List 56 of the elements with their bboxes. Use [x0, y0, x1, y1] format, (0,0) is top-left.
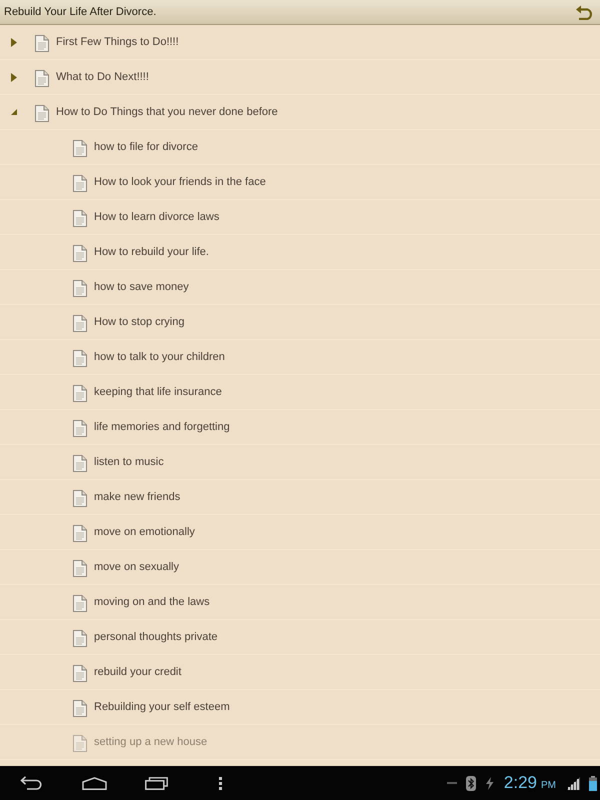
document-icon	[73, 455, 87, 472]
document-icon	[73, 245, 87, 262]
window-title: Rebuild Your Life After Divorce.	[4, 6, 156, 18]
document-icon	[73, 525, 87, 542]
document-icon	[73, 140, 87, 157]
tree-item[interactable]: Rebuilding your self esteem	[0, 690, 600, 725]
document-icon	[73, 735, 87, 752]
tree-item[interactable]: How to learn divorce laws	[0, 200, 600, 235]
tree-item[interactable]: life memories and forgetting	[0, 410, 600, 445]
tree-item[interactable]: How to look your friends in the face	[0, 165, 600, 200]
tree-item[interactable]: How to rebuild your life.	[0, 235, 600, 270]
tree-item[interactable]: What to Do Next!!!!	[0, 60, 600, 95]
menu-icon[interactable]	[219, 776, 222, 790]
stacked-windows-icon[interactable]	[145, 776, 168, 790]
tree-item[interactable]: keeping that life insurance	[0, 375, 600, 410]
tree-item[interactable]: how to save money	[0, 270, 600, 305]
tree-item[interactable]: rebuild your credit	[0, 655, 600, 690]
tree-item[interactable]: How to Do Things that you never done before	[0, 95, 600, 130]
document-icon	[73, 560, 87, 577]
tree-item[interactable]: move on sexually	[0, 550, 600, 585]
clock-text: 2:29 PM	[504, 773, 556, 793]
document-icon	[35, 105, 49, 122]
minus-icon	[446, 782, 457, 784]
caret-icon[interactable]	[11, 72, 17, 82]
caret-icon[interactable]	[11, 109, 17, 115]
document-icon	[73, 490, 87, 507]
caret-icon[interactable]	[11, 38, 17, 46]
tree-item[interactable]: How to stop crying	[0, 305, 600, 340]
document-icon	[35, 70, 49, 87]
tree-item[interactable]: First Few Things to Do!!!!	[0, 25, 600, 60]
document-icon	[73, 210, 87, 227]
tree-item[interactable]: move on emotionally	[0, 515, 600, 550]
tree-item[interactable]: moving on and the laws	[0, 585, 600, 620]
document-icon	[73, 385, 87, 402]
document-icon	[73, 315, 87, 332]
document-icon	[73, 665, 87, 682]
document-icon	[73, 280, 87, 297]
document-icon	[73, 630, 87, 647]
bluetooth-icon	[466, 776, 476, 790]
document-icon	[73, 595, 87, 612]
document-icon	[73, 420, 87, 437]
tree-item[interactable]: listen to music	[0, 445, 600, 480]
back-arrow-icon[interactable]	[20, 776, 42, 790]
tree-item[interactable]: how to talk to your children	[0, 340, 600, 375]
document-icon	[73, 350, 87, 367]
tree-item[interactable]: make new friends	[0, 480, 600, 515]
signal-icon	[567, 776, 580, 790]
document-icon	[73, 175, 87, 192]
tree-item[interactable]: personal thoughts private	[0, 620, 600, 655]
undo-arrow-icon[interactable]	[575, 4, 594, 20]
document-icon	[35, 35, 49, 52]
battery-icon	[589, 776, 597, 790]
home-icon[interactable]	[82, 776, 107, 790]
lightning-icon	[484, 776, 494, 790]
document-icon	[73, 700, 87, 717]
tree-item[interactable]: how to file for divorce	[0, 130, 600, 165]
